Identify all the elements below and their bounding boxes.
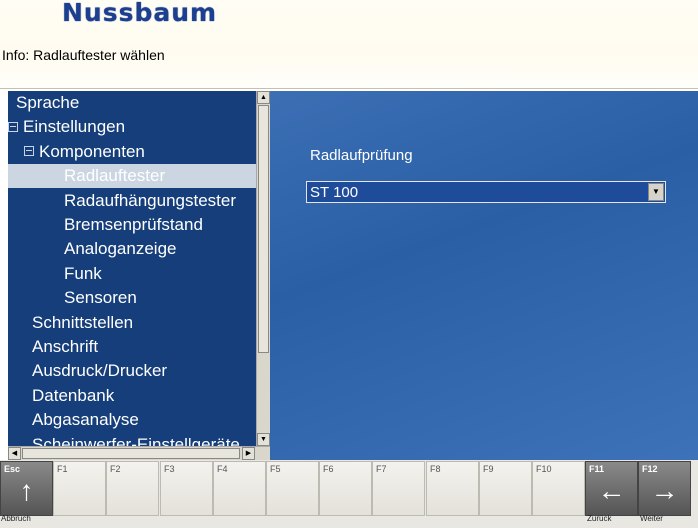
tree-item-komponenten[interactable]: Komponenten xyxy=(8,140,145,164)
arrow-right-icon: → xyxy=(650,475,679,506)
fkey-label: F4 xyxy=(217,464,228,474)
tree-item-label: Komponenten xyxy=(39,141,145,161)
radlaufpruefung-label: Radlaufprüfung xyxy=(310,147,413,164)
tree-item-label: Datenbank xyxy=(32,385,115,405)
tree-item-scheinwerfer-einstellgeräte[interactable]: Scheinwerfer-Einstellgeräte xyxy=(8,433,240,446)
tree-item-label: Funk xyxy=(64,263,102,283)
fkey-f5[interactable]: F5 xyxy=(266,461,319,516)
header: Nussbaum Info: Radlauftester wählen xyxy=(0,0,698,89)
fkey-caption-esc: Abbruch xyxy=(1,514,31,523)
fkey-label: F2 xyxy=(110,464,121,474)
fkey-label: F12 xyxy=(642,464,658,474)
tree-item-datenbank[interactable]: Datenbank xyxy=(8,384,114,408)
fkey-label: F11 xyxy=(589,464,605,474)
tree-item-label: Anschrift xyxy=(32,337,99,356)
fkey-f2[interactable]: F2 xyxy=(106,461,159,516)
arrow-left-icon: ← xyxy=(597,475,626,506)
scroll-thumb[interactable] xyxy=(258,105,269,353)
nussbaum-logo: Nussbaum xyxy=(62,0,218,27)
tree-item-abgasanalyse[interactable]: Abgasanalyse xyxy=(8,408,139,432)
scroll-left-icon[interactable]: ◀ xyxy=(8,447,21,460)
fkey-f4[interactable]: F4 xyxy=(213,461,266,516)
tree-horizontal-scrollbar[interactable]: ◀ ▶ xyxy=(8,446,270,461)
tree-item-sprache[interactable]: Sprache xyxy=(8,91,79,115)
fkey-caption-f11: Zurück xyxy=(587,514,612,523)
tree-item-label: Analoganzeige xyxy=(64,239,177,259)
collapse-icon[interactable] xyxy=(8,121,18,132)
fkey-f8[interactable]: F8 xyxy=(426,461,479,516)
fkey-f10[interactable]: F10 xyxy=(532,461,585,516)
tree-item-radaufhängungstester[interactable]: Radaufhängungstester xyxy=(8,189,236,213)
tree-item-label: Schnittstellen xyxy=(32,312,134,332)
fkey-label: F5 xyxy=(270,464,281,474)
tree-item-label: Abgasanalyse xyxy=(32,410,139,430)
chevron-down-icon[interactable]: ▼ xyxy=(648,183,664,201)
arrow-up-icon: ↑ xyxy=(19,475,34,506)
tree-item-ausdruck-drucker[interactable]: Ausdruck/Drucker xyxy=(8,359,167,383)
horizontal-scroll-thumb[interactable] xyxy=(22,448,240,459)
content-panel: Radlaufprüfung ST 100 ▼ xyxy=(270,91,698,460)
fkey-f11[interactable]: F11 ← xyxy=(585,461,638,516)
tree-item-anschrift[interactable]: Anschrift xyxy=(8,335,98,359)
fkey-f6[interactable]: F6 xyxy=(319,461,372,516)
tree-item-funk[interactable]: Funk xyxy=(8,262,102,286)
info-text: Info: Radlauftester wählen xyxy=(2,47,165,63)
fkey-label: F10 xyxy=(536,464,552,474)
radlauftester-select[interactable]: ST 100 ▼ xyxy=(306,181,666,203)
tree-item-sensoren[interactable]: Sensoren xyxy=(8,286,137,310)
tree-item-label: Radlauftester xyxy=(64,166,166,186)
fkey-label: F6 xyxy=(323,464,334,474)
tree-vertical-scrollbar[interactable]: ▲ ▼ xyxy=(256,91,271,446)
tree-item-label: Ausdruck/Drucker xyxy=(32,361,168,381)
fkey-label: F8 xyxy=(430,464,441,474)
fkey-label: F7 xyxy=(376,464,387,474)
app-window: Nussbaum Info: Radlauftester wählen Spra… xyxy=(0,0,698,528)
scroll-down-icon[interactable]: ▼ xyxy=(257,433,270,446)
tree-item-label: Sensoren xyxy=(64,288,137,308)
tree-item-einstellungen[interactable]: Einstellungen xyxy=(8,115,125,139)
tree-item-label: Sprache xyxy=(16,93,80,112)
tree-item-label: Scheinwerfer-Einstellgeräte xyxy=(32,434,240,446)
select-value: ST 100 xyxy=(310,184,359,201)
fkey-f7[interactable]: F7 xyxy=(372,461,425,516)
settings-tree: Sprache Einstellungen Komponenten Radlaufte… xyxy=(8,91,256,446)
collapse-icon[interactable] xyxy=(24,146,34,157)
tree-item-schnittstellen[interactable]: Schnittstellen xyxy=(8,311,133,335)
tree-item-bremsenprüfstand[interactable]: Bremsenprüfstand xyxy=(8,213,203,237)
function-key-bar: Esc ↑ Abbruch F1 F2 F3 F4 F5 F6 F7 F8 F9 F10 F11 ← Zurü… xyxy=(0,460,698,528)
fkey-esc[interactable]: Esc ↑ xyxy=(0,461,53,516)
tree-item-label: Bremsenprüfstand xyxy=(64,215,203,234)
fkey-label: F3 xyxy=(164,464,175,474)
fkey-f1[interactable]: F1 xyxy=(53,461,106,516)
fkey-label: Esc xyxy=(4,464,21,474)
fkey-f3[interactable]: F3 xyxy=(160,461,213,516)
fkey-f12[interactable]: F12 → xyxy=(638,461,691,516)
fkey-caption-f12: Weiter xyxy=(640,514,663,523)
tree-item-label: Radaufhängungstester xyxy=(64,190,237,210)
fkey-label: F1 xyxy=(57,464,68,474)
scroll-right-icon[interactable]: ▶ xyxy=(242,447,255,460)
tree-item-radlauftester[interactable]: Radlauftester xyxy=(8,164,256,189)
tree-item-analoganzeige[interactable]: Analoganzeige xyxy=(8,237,176,261)
tree-item-label: Einstellungen xyxy=(23,117,126,137)
fkey-label: F9 xyxy=(483,464,494,474)
scroll-up-icon[interactable]: ▲ xyxy=(257,91,270,104)
fkey-f9[interactable]: F9 xyxy=(479,461,532,516)
